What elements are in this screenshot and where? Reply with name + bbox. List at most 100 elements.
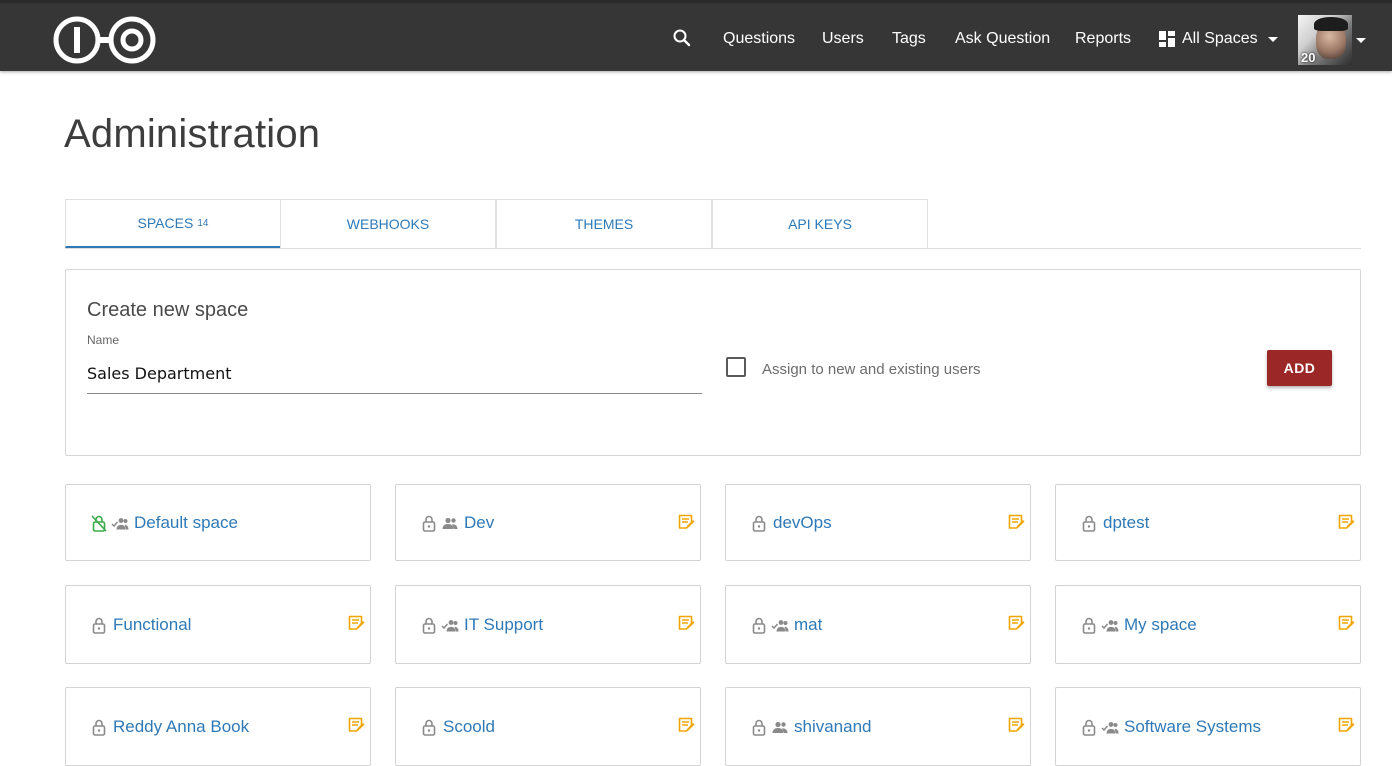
space-card[interactable]: Software Systems	[1055, 687, 1361, 766]
space-name-link[interactable]: Software Systems	[1124, 717, 1261, 737]
space-card-content: Functional	[90, 586, 191, 663]
space-card[interactable]: mat	[725, 585, 1031, 664]
space-card[interactable]: Dev	[395, 484, 701, 561]
create-space-panel: Create new space Name Assign to new and …	[65, 269, 1361, 456]
space-card-content: mat	[750, 586, 822, 663]
space-card[interactable]: Reddy Anna Book	[65, 687, 371, 766]
lock-icon	[1082, 719, 1096, 736]
nav-reports-link[interactable]: Reports	[1075, 30, 1131, 48]
lock-icon	[752, 515, 766, 532]
lock-icon	[422, 515, 436, 532]
space-card[interactable]: My space	[1055, 585, 1361, 664]
space-card[interactable]: IT Support	[395, 585, 701, 664]
lock-icon	[92, 617, 106, 634]
users-assigned-icon	[441, 619, 459, 631]
avatar-hair	[1314, 17, 1348, 31]
space-name-link[interactable]: My space	[1124, 615, 1197, 635]
tab-api-keys-label: API KEYS	[788, 216, 852, 232]
space-name-label: Name	[87, 333, 120, 347]
top-navbar: Questions Users Tags Ask Question Report…	[0, 0, 1392, 71]
edit-note-icon[interactable]	[1007, 716, 1025, 734]
scoold-logo-icon[interactable]	[52, 15, 158, 65]
chevron-down-icon	[1267, 36, 1278, 42]
user-avatar[interactable]: 20	[1298, 15, 1352, 65]
users-assigned-icon	[1101, 721, 1119, 733]
nav-users-link[interactable]: Users	[822, 30, 864, 48]
create-space-title: Create new space	[87, 299, 249, 321]
space-card[interactable]: devOps	[725, 484, 1031, 561]
users-assigned-icon	[771, 619, 789, 631]
users-assigned-icon	[111, 517, 129, 529]
space-card[interactable]: dptest	[1055, 484, 1361, 561]
edit-note-icon[interactable]	[1007, 513, 1025, 531]
tab-themes[interactable]: THEMES	[496, 199, 712, 248]
assign-users-label[interactable]: Assign to new and existing users	[762, 361, 980, 378]
add-space-button[interactable]: ADD	[1267, 350, 1332, 386]
space-card-content: My space	[1080, 586, 1197, 663]
edit-note-icon[interactable]	[347, 614, 365, 632]
all-spaces-dropdown[interactable]: All Spaces	[1159, 28, 1278, 50]
space-card[interactable]: Functional	[65, 585, 371, 664]
tab-spaces-label: SPACES	[137, 215, 194, 231]
user-menu-chevron-down-icon[interactable]	[1356, 38, 1366, 43]
edit-note-icon[interactable]	[677, 614, 695, 632]
space-name-link[interactable]: Default space	[134, 513, 238, 533]
space-card-content: IT Support	[420, 586, 543, 663]
space-card[interactable]: Default space	[65, 484, 371, 561]
users-assigned-icon	[1101, 619, 1119, 631]
space-card-content: Default space	[90, 485, 238, 560]
space-name-link[interactable]: Functional	[113, 615, 191, 635]
space-card-content: Software Systems	[1080, 688, 1261, 765]
lock-icon	[422, 617, 436, 634]
edit-note-icon[interactable]	[677, 716, 695, 734]
tab-webhooks-label: WEBHOOKS	[346, 216, 430, 232]
space-name-link[interactable]: Reddy Anna Book	[113, 717, 249, 737]
edit-note-icon[interactable]	[1337, 513, 1355, 531]
space-name-input[interactable]	[87, 354, 702, 394]
users-icon	[442, 517, 458, 529]
space-card-content: dptest	[1080, 485, 1149, 560]
space-card[interactable]: shivanand	[725, 687, 1031, 766]
tab-spaces-count: 14	[197, 217, 209, 229]
tab-themes-label: THEMES	[574, 216, 634, 232]
tab-api-keys[interactable]: API KEYS	[712, 199, 928, 248]
nav-questions-link[interactable]: Questions	[723, 30, 795, 48]
space-card-content: Scoold	[420, 688, 495, 765]
page-title: Administration	[64, 112, 321, 156]
dashboard-grid-icon	[1159, 31, 1175, 47]
tab-spaces[interactable]: SPACES 14	[65, 199, 281, 248]
lock-icon	[752, 719, 766, 736]
all-spaces-label: All Spaces	[1182, 30, 1258, 47]
space-name-link[interactable]: shivanand	[794, 717, 872, 737]
space-name-link[interactable]: devOps	[773, 513, 832, 533]
users-icon	[772, 721, 788, 733]
avatar-badge: 20	[1301, 50, 1316, 65]
space-name-link[interactable]: IT Support	[464, 615, 543, 635]
space-card-content: devOps	[750, 485, 832, 560]
nav-tags-link[interactable]: Tags	[892, 30, 926, 48]
lock-open-icon	[91, 514, 107, 532]
assign-users-checkbox[interactable]	[726, 357, 746, 377]
tab-webhooks[interactable]: WEBHOOKS	[280, 199, 496, 248]
lock-icon	[752, 617, 766, 634]
space-name-link[interactable]: dptest	[1103, 513, 1149, 533]
lock-icon	[422, 719, 436, 736]
lock-icon	[92, 719, 106, 736]
space-card-content: Dev	[420, 485, 494, 560]
edit-note-icon[interactable]	[1337, 716, 1355, 734]
edit-note-icon[interactable]	[677, 513, 695, 531]
nav-ask-question-link[interactable]: Ask Question	[955, 30, 1050, 48]
lock-icon	[1082, 617, 1096, 634]
space-name-link[interactable]: mat	[794, 615, 822, 635]
edit-note-icon[interactable]	[1337, 614, 1355, 632]
edit-note-icon[interactable]	[1007, 614, 1025, 632]
lock-icon	[1082, 515, 1096, 532]
search-icon[interactable]	[672, 28, 692, 48]
space-card-content: Reddy Anna Book	[90, 688, 249, 765]
admin-tabs: SPACES 14 WEBHOOKS THEMES API KEYS	[65, 199, 1361, 249]
edit-note-icon[interactable]	[347, 716, 365, 734]
space-card[interactable]: Scoold	[395, 687, 701, 766]
space-name-link[interactable]: Dev	[464, 513, 494, 533]
space-name-link[interactable]: Scoold	[443, 717, 495, 737]
space-card-content: shivanand	[750, 688, 872, 765]
